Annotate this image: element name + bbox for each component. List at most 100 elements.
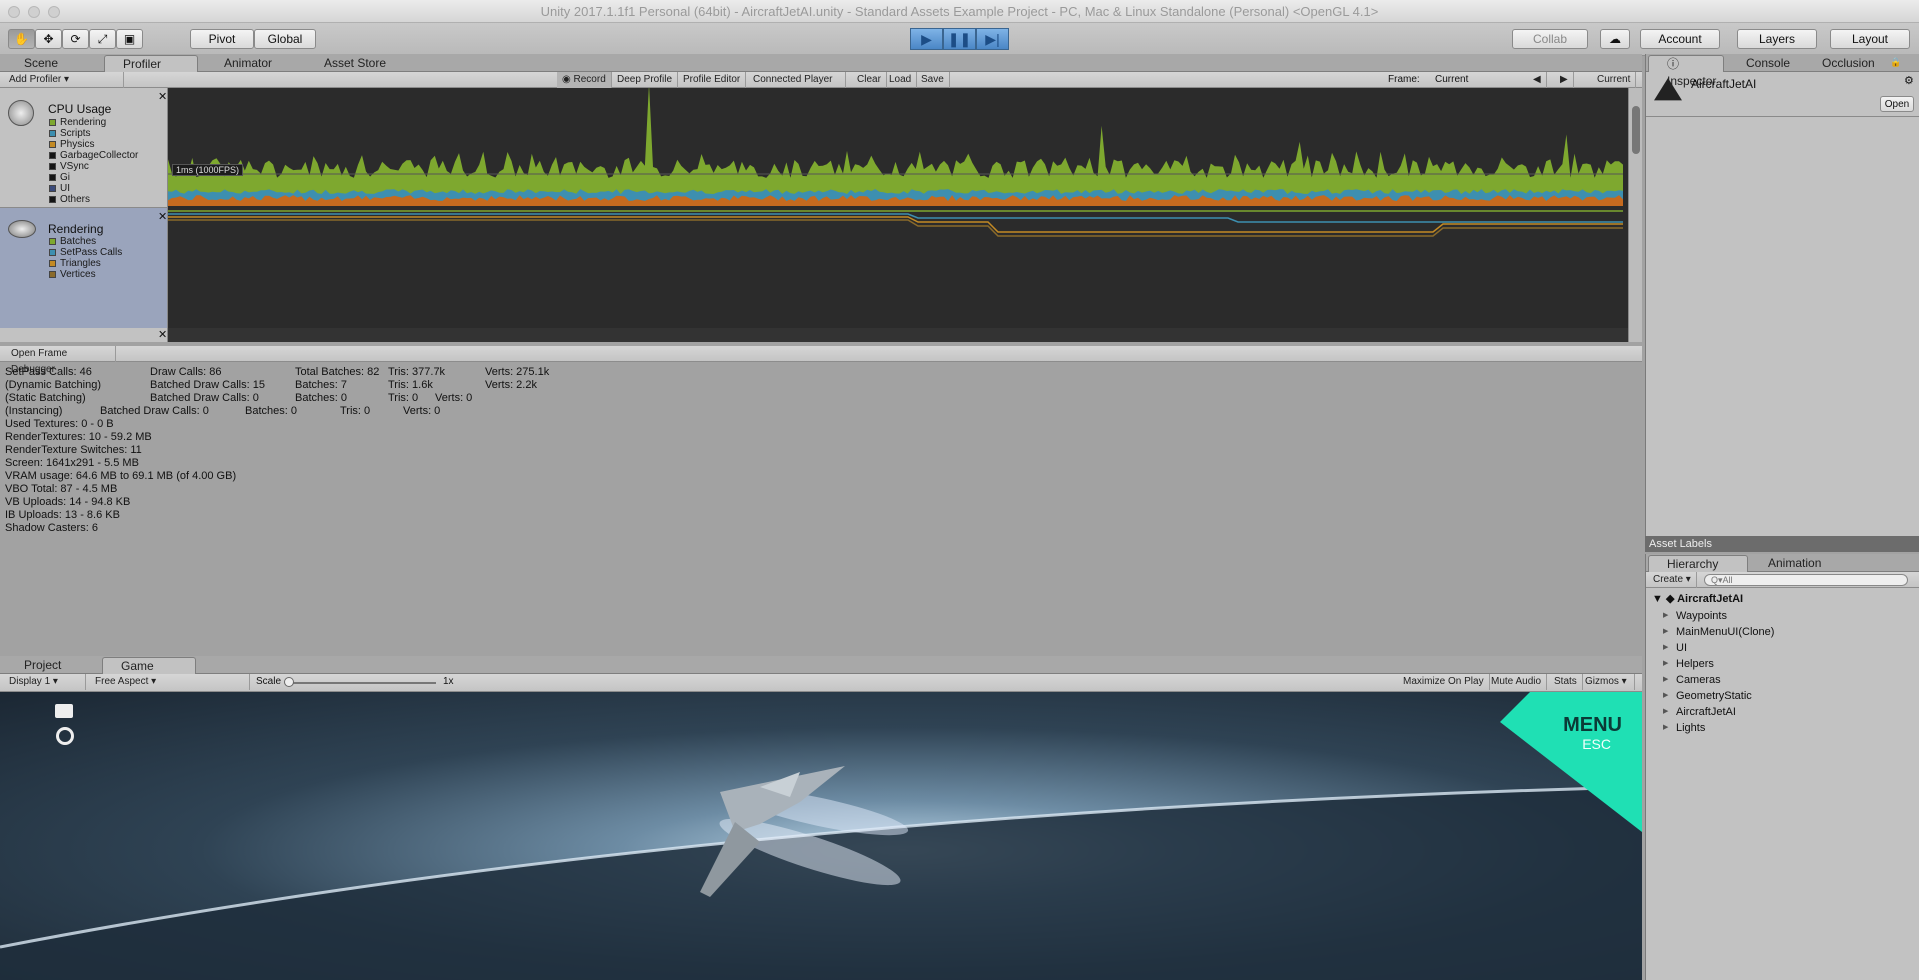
aspect-dropdown[interactable]: Free Aspect ▾ (90, 674, 250, 690)
cpu-legend-item[interactable]: GarbageCollector (46, 150, 138, 161)
tab-inspector[interactable]: ⓘ Inspector (1648, 55, 1724, 88)
scene-root[interactable]: ▼ ◆ AircraftJetAI (1652, 592, 1743, 605)
cpu-legend-item[interactable]: UI (46, 183, 138, 194)
maximize-on-play-button[interactable]: Maximize On Play (1398, 674, 1490, 690)
hierarchy-item[interactable]: Lights (1646, 720, 1919, 736)
cpu-legend-item[interactable]: VSync (46, 161, 138, 172)
tab-occlusion[interactable]: Occlusion (1804, 55, 1884, 72)
profiler-scrollbar-thumb[interactable] (1632, 106, 1640, 154)
next-frame-button[interactable]: ▶ (1555, 72, 1574, 88)
global-toggle[interactable]: Global (254, 29, 316, 49)
minimize-window-button[interactable] (28, 6, 40, 18)
layout-dropdown[interactable]: Layout (1830, 29, 1910, 49)
hierarchy-item[interactable]: MainMenuUI(Clone) (1646, 624, 1919, 640)
create-dropdown[interactable]: Create ▾ (1648, 572, 1697, 588)
cpu-legend-item[interactable]: Physics (46, 139, 138, 150)
tab-animation[interactable]: Animation (1750, 555, 1846, 572)
load-button[interactable]: Load (884, 72, 918, 88)
scale-slider-thumb[interactable] (284, 677, 294, 687)
mute-audio-button[interactable]: Mute Audio (1486, 674, 1548, 690)
tab-console[interactable]: Console (1728, 55, 1800, 72)
cpu-legend-item[interactable]: Others (46, 194, 138, 205)
pause-button[interactable]: ❚❚ (943, 28, 976, 50)
open-frame-debugger-button[interactable]: Open Frame Debugger (6, 346, 116, 375)
tab-game[interactable]: Game (102, 657, 196, 674)
tab-asset-store[interactable]: Asset Store (306, 55, 406, 72)
tab-project[interactable]: Project (6, 657, 100, 674)
global-label: Global (267, 32, 303, 46)
move-tool-button[interactable]: ✥ (35, 29, 62, 49)
close-cpu-module-icon[interactable]: ✕ (158, 90, 167, 103)
close-module-icon[interactable]: ✕ (158, 328, 167, 341)
replay-icon[interactable] (56, 727, 74, 745)
rendering-legend-item[interactable]: Batches (46, 236, 122, 247)
play-button[interactable]: ▶ (910, 28, 943, 50)
scale-slider[interactable] (284, 677, 436, 687)
rendering-legend[interactable]: Rendering ✕ Batches SetPass Calls Triangle… (0, 208, 168, 328)
open-button[interactable]: Open (1880, 96, 1914, 112)
hierarchy-item[interactable]: AircraftJetAI (1646, 704, 1919, 720)
profiler-charts[interactable]: 1ms (1000FPS) (168, 88, 1628, 342)
tab-hierarchy[interactable]: Hierarchy (1648, 555, 1748, 572)
rendering-legend-item[interactable]: Vertices (46, 269, 122, 280)
tab-project-label: Project (24, 658, 62, 672)
hierarchy-item[interactable]: UI (1646, 640, 1919, 656)
record-label: Record (573, 74, 606, 85)
asset-labels-header[interactable]: Asset Labels (1645, 536, 1919, 552)
stats-line: RenderTextures: 10 - 59.2 MB (5, 431, 152, 443)
lock-icon[interactable]: 🔒 (1890, 57, 1901, 68)
rotate-tool-button[interactable]: ⟳ (62, 29, 89, 49)
layers-dropdown[interactable]: Layers (1737, 29, 1817, 49)
account-dropdown[interactable]: Account (1640, 29, 1720, 49)
collab-dropdown[interactable]: Collab (1512, 29, 1588, 49)
gizmos-dropdown[interactable]: Gizmos ▾ (1580, 674, 1635, 690)
cpu-usage-legend[interactable]: CPU Usage ✕ Rendering Scripts Physics Garba… (0, 88, 168, 208)
rendering-legend-item[interactable]: Triangles (46, 258, 122, 269)
hand-tool-button[interactable]: ✋ (8, 29, 35, 49)
hierarchy-item[interactable]: GeometryStatic (1646, 688, 1919, 704)
settings-gear-icon[interactable]: ⚙ (1904, 74, 1914, 87)
tab-profiler[interactable]: Profiler (104, 55, 198, 72)
tab-animator[interactable]: Animator (206, 55, 300, 72)
hierarchy-search-input[interactable] (1704, 574, 1908, 586)
record-button[interactable]: ◉ Record (557, 72, 612, 88)
hierarchy-item[interactable]: Waypoints (1646, 608, 1919, 624)
legend-label: Others (60, 194, 91, 205)
add-profiler-dropdown[interactable]: Add Profiler ▾ (4, 72, 124, 88)
current-frame-button[interactable]: Current (1592, 72, 1637, 88)
profile-editor-button[interactable]: Profile Editor (678, 72, 747, 88)
cloud-button[interactable]: ☁ (1600, 29, 1630, 49)
connected-player-label: Connected Player (753, 74, 833, 85)
display-dropdown[interactable]: Display 1 ▾ (4, 674, 86, 690)
legend-swatch (49, 185, 56, 192)
legend-label: Gi (60, 172, 70, 183)
scale-value: 1x (443, 676, 454, 687)
camera-icon[interactable] (55, 704, 73, 718)
scale-tool-button[interactable]: ⤢ (89, 29, 116, 49)
stats-button[interactable]: Stats (1549, 674, 1583, 690)
prev-frame-button[interactable]: ◀ (1528, 72, 1547, 88)
cpu-legend-item[interactable]: Rendering (46, 117, 138, 128)
zoom-window-button[interactable] (48, 6, 60, 18)
hierarchy-item[interactable]: Cameras (1646, 672, 1919, 688)
stats-cell: Verts: 275.1k (485, 366, 550, 378)
rendering-legend-item[interactable]: SetPass Calls (46, 247, 122, 258)
cpu-legend-item[interactable]: Gi (46, 172, 138, 183)
profiler-scrollbar[interactable] (1628, 88, 1642, 342)
save-button[interactable]: Save (916, 72, 950, 88)
legend-swatch (49, 271, 56, 278)
rect-tool-button[interactable]: ▣ (116, 29, 143, 49)
hierarchy-item[interactable]: Helpers (1646, 656, 1919, 672)
stats-line: Screen: 1641x291 - 5.5 MB (5, 457, 139, 469)
deep-profile-button[interactable]: Deep Profile (612, 72, 679, 88)
hierarchy-tab-bar: Hierarchy Animation (1646, 554, 1919, 572)
close-rendering-module-icon[interactable]: ✕ (158, 210, 167, 223)
clear-button[interactable]: Clear (852, 72, 887, 88)
close-window-button[interactable] (8, 6, 20, 18)
pivot-toggle[interactable]: Pivot (190, 29, 254, 49)
step-button[interactable]: ▶| (976, 28, 1009, 50)
tab-scene[interactable]: Scene (6, 55, 100, 72)
cpu-legend-item[interactable]: Scripts (46, 128, 138, 139)
game-view[interactable]: MENU ESC (0, 692, 1642, 980)
connected-player-dropdown[interactable]: Connected Player ▾ (748, 72, 846, 101)
